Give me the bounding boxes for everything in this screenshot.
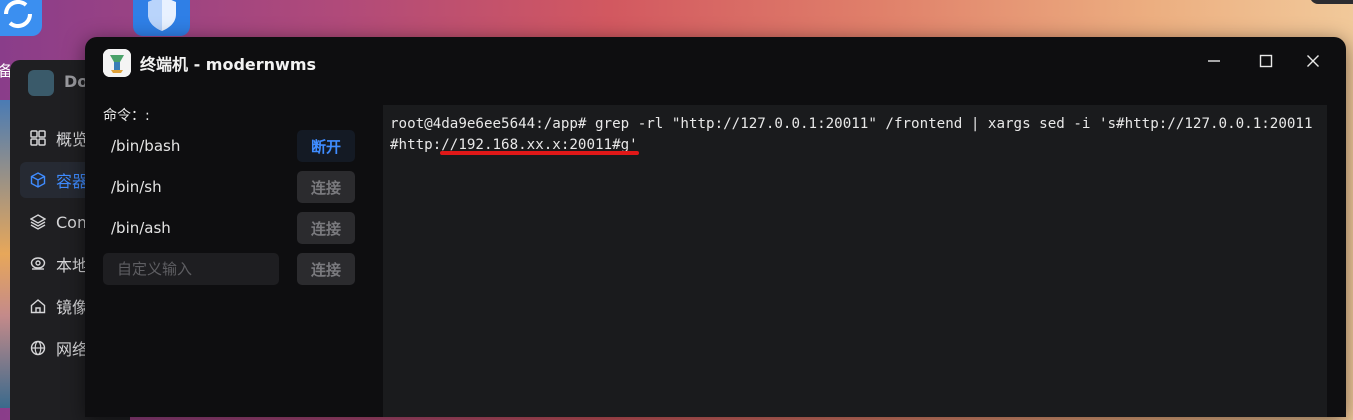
shield-app-icon[interactable]: [133, 0, 190, 36]
shell-row-sh: /bin/sh 连接: [103, 171, 355, 205]
shell-path: /bin/sh: [111, 178, 162, 196]
shell-path: /bin/bash: [111, 137, 181, 155]
window-title: 终端机 - modernwms: [140, 55, 317, 74]
cube-icon: [28, 170, 48, 190]
terminal-output[interactable]: root@4da9e6ee5644:/app# grep -rl "http:/…: [383, 105, 1327, 417]
desktop-wallpaper-strip: [0, 100, 10, 408]
shell-row-bash: /bin/bash 断开: [103, 130, 355, 164]
nav-label: 容器: [56, 172, 89, 191]
terminal-app-icon: [103, 49, 131, 77]
globe-icon: [28, 338, 48, 358]
close-icon: [1306, 53, 1320, 72]
grid-icon: [28, 128, 48, 148]
minimize-icon: [1207, 53, 1221, 72]
command-label: 命令：:: [103, 108, 150, 124]
maximize-icon: [1259, 53, 1273, 72]
custom-command-input[interactable]: [103, 253, 279, 285]
connect-button[interactable]: 连接: [297, 253, 355, 285]
shell-path: /bin/ash: [111, 219, 171, 237]
highlight-underline: [440, 151, 639, 155]
disk-icon: [28, 254, 48, 274]
minimize-button[interactable]: [1203, 51, 1225, 73]
title-bar[interactable]: 终端机 - modernwms: [85, 37, 1346, 87]
sync-app-icon[interactable]: [0, 0, 42, 36]
terminal-window[interactable]: 终端机 - modernwms 命令：: /bin/bash 断开 /bin/s…: [85, 37, 1346, 417]
connect-button[interactable]: 连接: [297, 171, 355, 203]
nav-label: 镜像: [56, 298, 89, 317]
desktop-icon-corner[interactable]: [1310, 0, 1353, 4]
connect-button[interactable]: 连接: [297, 212, 355, 244]
shell-row-custom: 连接: [103, 253, 355, 287]
maximize-button[interactable]: [1255, 51, 1277, 73]
app-logo: [28, 70, 54, 96]
nav-label: 概览: [56, 130, 89, 149]
home-icon: [28, 296, 48, 316]
layers-icon: [28, 212, 48, 232]
disconnect-button[interactable]: 断开: [297, 130, 355, 162]
nav-label: 网络: [56, 340, 89, 359]
nav-label: 本地: [56, 256, 89, 275]
terminal-text: root@4da9e6ee5644:/app# grep -rl "http:/…: [390, 116, 1313, 153]
close-button[interactable]: [1302, 51, 1324, 73]
shell-row-ash: /bin/ash 连接: [103, 212, 355, 246]
